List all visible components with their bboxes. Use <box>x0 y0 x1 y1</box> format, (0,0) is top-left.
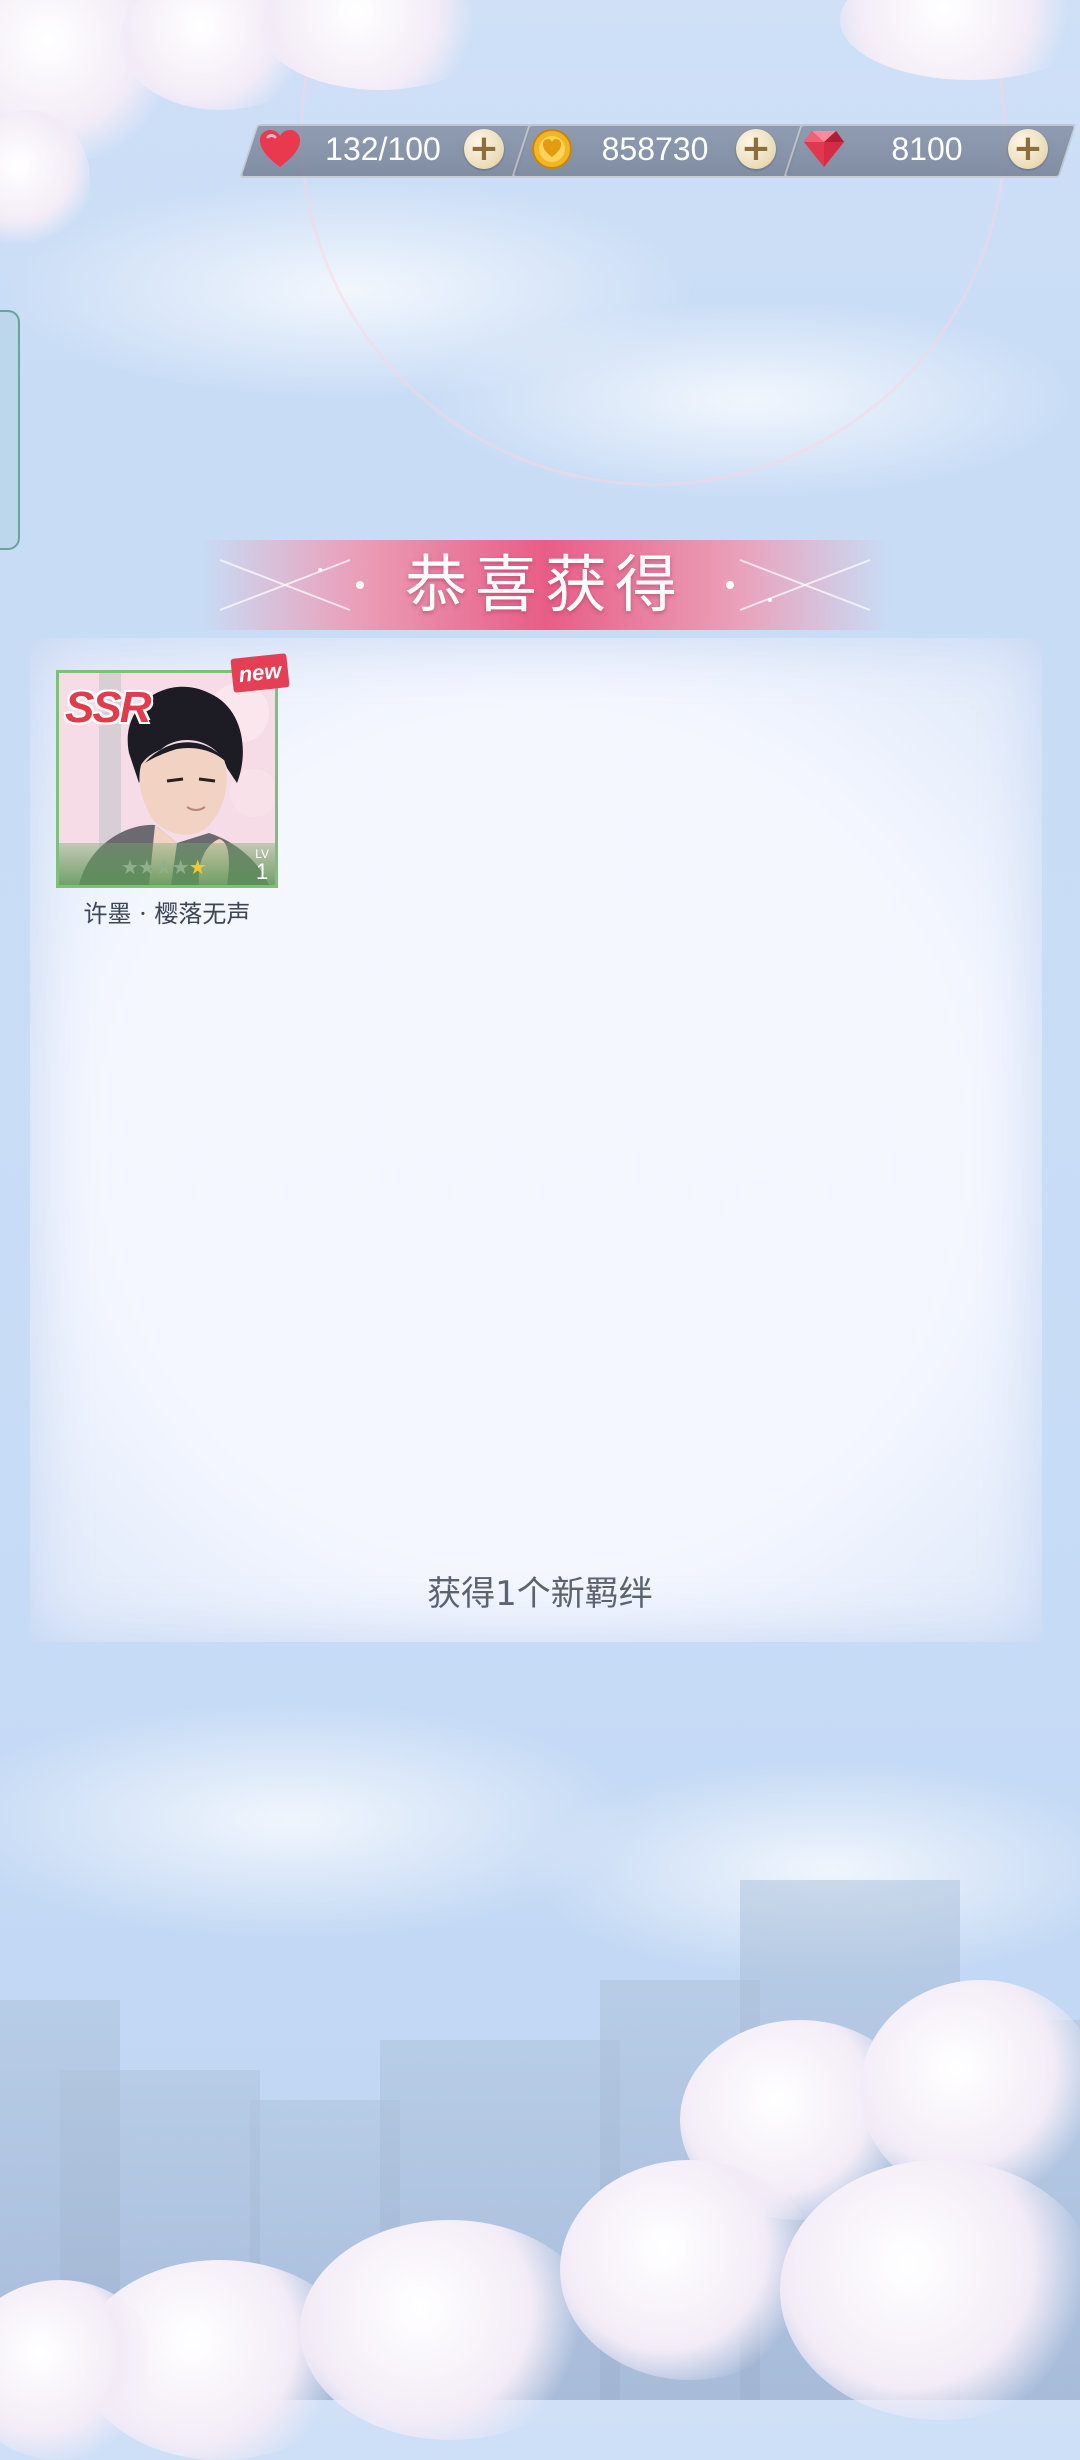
add-stamina-button[interactable]: + <box>464 129 504 169</box>
rarity-label: SSR <box>65 683 151 732</box>
ruby-gem-icon <box>802 127 846 171</box>
card-name: 许墨 · 樱落无声 <box>83 900 251 928</box>
empty-stars: ★★★★ <box>121 855 190 879</box>
new-badge: new <box>230 653 290 693</box>
diamond-resource: 8100 + <box>792 124 1064 174</box>
gold-coin-icon <box>530 127 574 171</box>
side-drawer-tab[interactable] <box>0 310 20 550</box>
stamina-value: 132/100 <box>325 130 441 167</box>
reward-banner: 恭喜获得 <box>200 540 890 630</box>
reward-card[interactable]: SSR ★★★★★ LV 1 <box>56 670 278 888</box>
add-coins-button[interactable]: + <box>736 129 776 169</box>
card-level: LV 1 <box>255 848 269 883</box>
reward-title: 恭喜获得 <box>404 548 685 621</box>
heart-icon <box>258 127 302 171</box>
filled-star-icon: ★ <box>188 855 207 879</box>
coin-resource: 858730 + <box>520 124 792 174</box>
coin-value: 858730 <box>601 130 709 167</box>
level-value: 1 <box>255 859 269 884</box>
diamond-value: 8100 <box>891 130 963 167</box>
star-rating: ★★★★★ <box>121 855 207 879</box>
reward-summary: 获得1个新羁绊 <box>427 1574 653 1614</box>
stamina-resource: 132/100 + <box>248 124 520 174</box>
add-diamonds-button[interactable]: + <box>1008 129 1048 169</box>
